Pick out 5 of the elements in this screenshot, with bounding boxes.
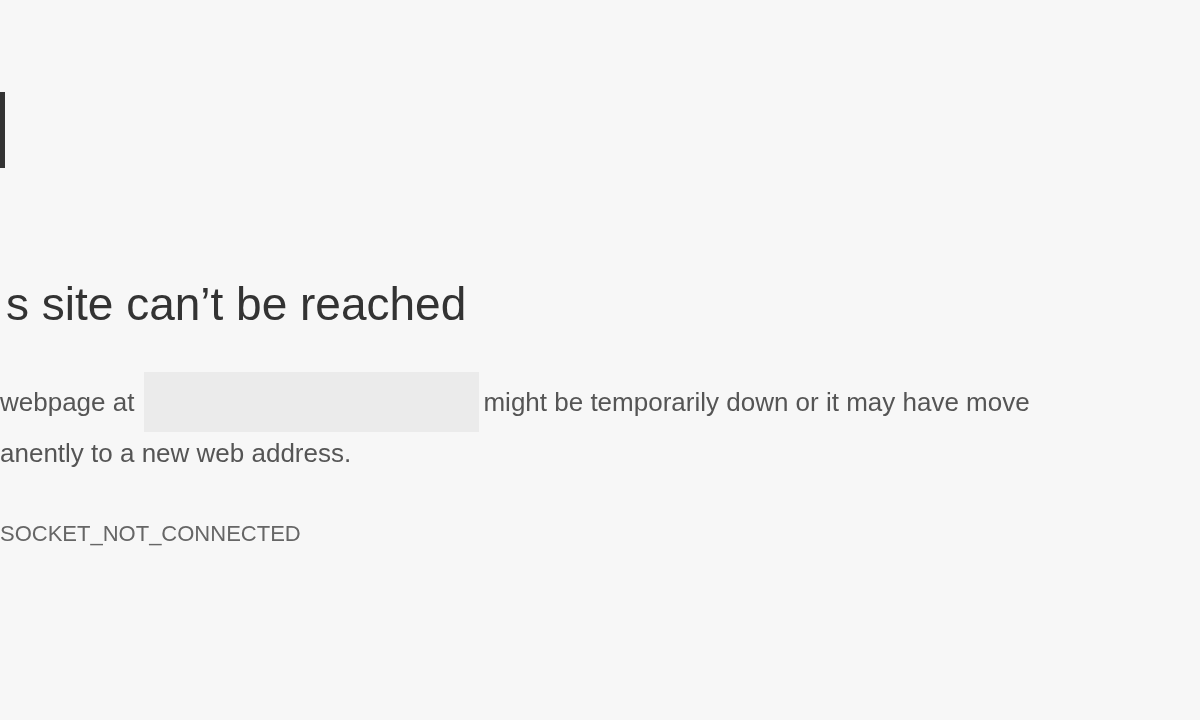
error-code: SOCKET_NOT_CONNECTED: [0, 520, 302, 548]
error-heading: s site can’t be reached: [6, 278, 468, 330]
message-text: webpage at: [0, 386, 135, 419]
message-text: anently to a new web address.: [0, 438, 352, 468]
message-text: might be temporarily down or it may have move: [483, 386, 1030, 419]
